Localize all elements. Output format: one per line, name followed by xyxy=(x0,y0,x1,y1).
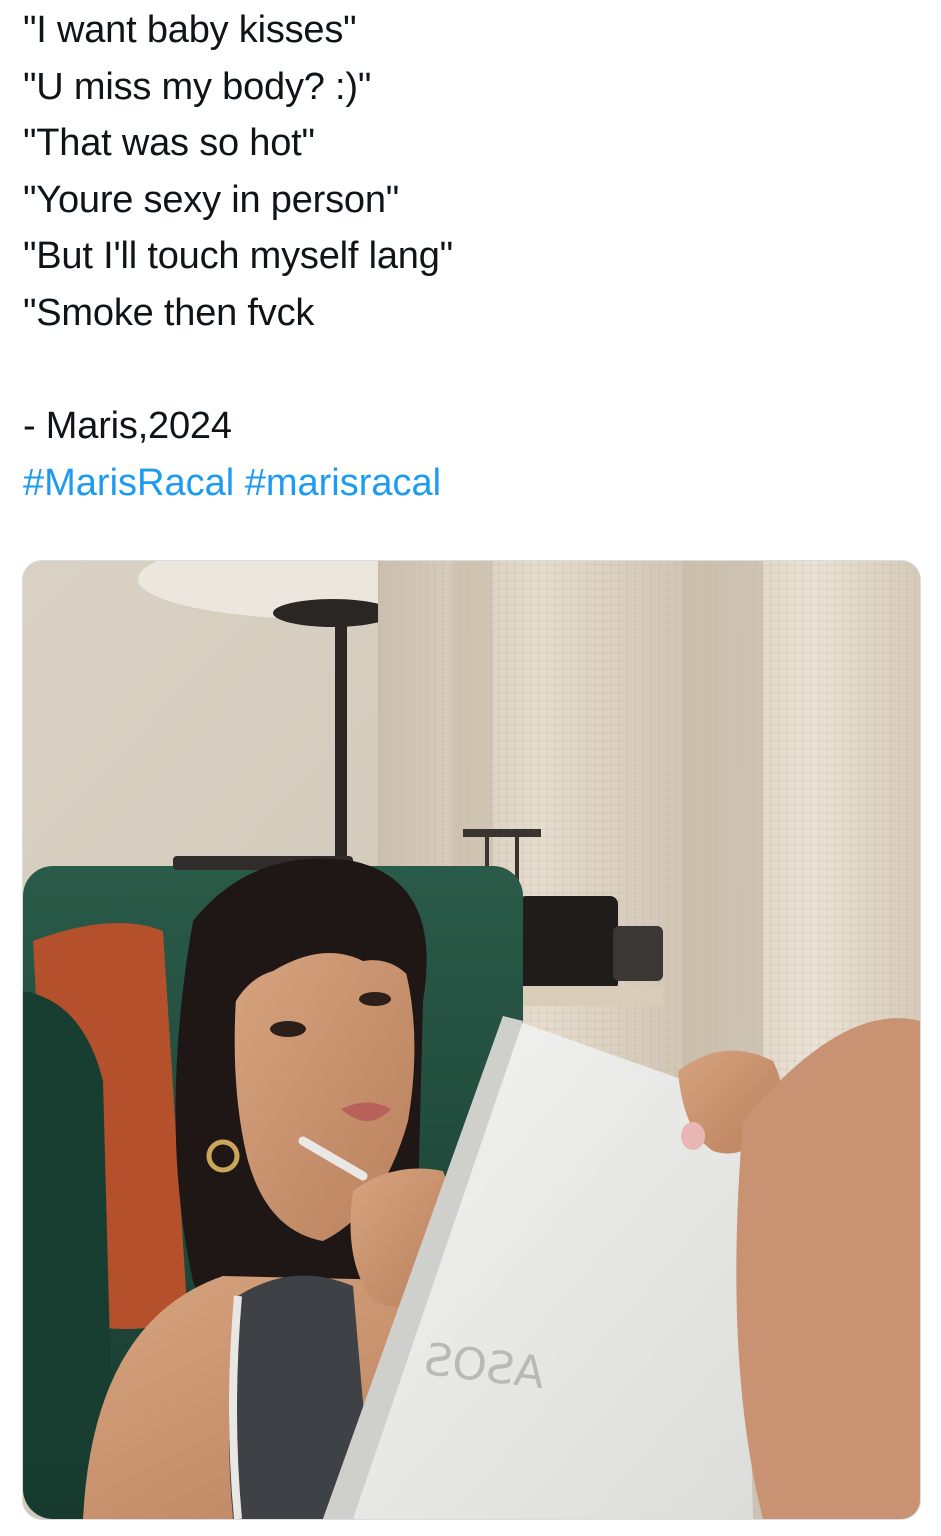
eye-right xyxy=(359,992,391,1006)
lamp-disc xyxy=(273,599,393,627)
lamp-pole xyxy=(335,621,347,861)
tweet-line: "U miss my body? :)" xyxy=(23,65,372,108)
tweet-line: "Youre sexy in person" xyxy=(23,178,400,221)
tweet-signature: - Maris,2024 xyxy=(23,405,232,448)
table-top xyxy=(513,986,663,1006)
photo-illustration: ASOS xyxy=(23,561,920,1519)
radio xyxy=(613,926,663,981)
tweet-text: "I want baby kisses" "U miss my body? :)… xyxy=(23,2,903,511)
hashtag-link[interactable]: #MarisRacal xyxy=(23,462,234,504)
tweet-line: "Smoke then fvck xyxy=(23,291,315,334)
jar xyxy=(518,896,618,991)
tweet-photo[interactable]: ASOS xyxy=(22,560,921,1520)
eye-left xyxy=(270,1021,306,1037)
tweet-line: "But I'll touch myself lang" xyxy=(23,235,453,278)
hashtag-row: #MarisRacal #marisracal xyxy=(23,455,903,512)
fingernail xyxy=(681,1122,705,1150)
stand-top xyxy=(463,829,541,837)
tweet-line: "That was so hot" xyxy=(23,122,315,165)
tweet-line: "I want baby kisses" xyxy=(23,9,357,51)
hashtag-link[interactable]: #marisracal xyxy=(245,462,441,504)
line-spacer xyxy=(23,342,903,399)
